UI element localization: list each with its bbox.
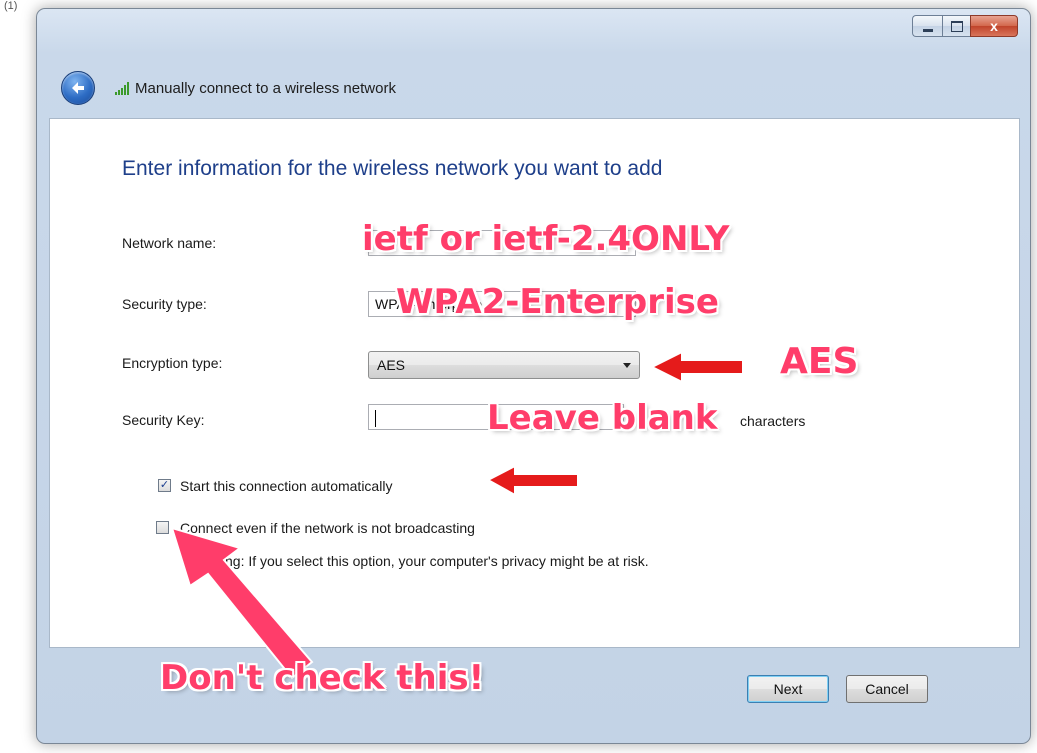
- annotation-security: WPA2-Enterprise: [396, 282, 719, 322]
- annotation-checkbox: Don't check this!: [160, 658, 485, 698]
- annotation-overlay: [170, 350, 744, 680]
- arrow-icon-autostart: [485, 464, 579, 497]
- arrow-icon-encryption: [649, 350, 744, 384]
- annotation-key: Leave blank: [487, 398, 718, 438]
- arrow-icon-checkbox: [170, 526, 314, 680]
- annotation-encryption: AES: [780, 341, 859, 382]
- annotation-network: ietf or ietf-2.4ONLY: [362, 219, 730, 259]
